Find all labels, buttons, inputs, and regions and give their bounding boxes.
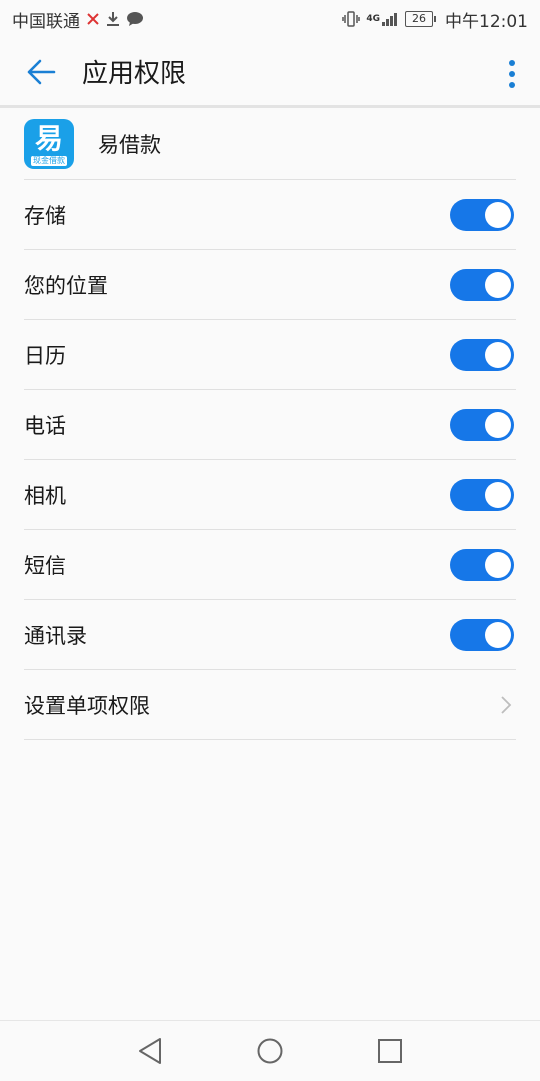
page-title: 应用权限 <box>82 59 187 89</box>
permission-label: 相机 <box>24 483 66 508</box>
permission-toggle-camera[interactable] <box>450 478 514 511</box>
back-button[interactable] <box>0 37 82 107</box>
individual-permissions-label: 设置单项权限 <box>24 693 150 718</box>
permission-row-location[interactable]: 您的位置 <box>24 250 516 320</box>
chevron-right-icon <box>501 695 512 714</box>
permission-toggle-contacts[interactable] <box>450 618 514 651</box>
app-name: 易借款 <box>98 132 161 157</box>
nav-back-button[interactable] <box>134 1035 166 1067</box>
nav-home-button[interactable] <box>254 1035 286 1067</box>
permission-label: 短信 <box>24 553 66 578</box>
toggle-knob <box>485 481 511 508</box>
permission-label: 通讯录 <box>24 623 87 648</box>
permission-label: 电话 <box>24 413 66 438</box>
triangle-back-icon <box>139 1038 161 1064</box>
network-type: 4G <box>366 14 380 24</box>
permission-toggle-calendar[interactable] <box>450 338 514 371</box>
permission-toggle-sms[interactable] <box>450 548 514 581</box>
permission-toggle-phone[interactable] <box>450 408 514 441</box>
permission-toggle-storage[interactable] <box>450 198 514 231</box>
status-right: 4G 26 中午12:01 <box>342 7 528 32</box>
permission-label: 存储 <box>24 203 66 228</box>
status-bar: 中国联通 4G 26 中午12:01 <box>0 0 540 38</box>
more-vertical-icon <box>509 60 515 88</box>
circle-home-icon <box>257 1038 283 1064</box>
download-icon <box>106 11 120 27</box>
status-time: 中午12:01 <box>445 11 528 32</box>
toggle-knob <box>485 271 511 298</box>
toggle-knob <box>485 341 511 368</box>
app-icon: 易 现金借款 <box>24 118 74 169</box>
app-icon-glyph: 易 <box>34 121 63 155</box>
permission-row-calendar[interactable]: 日历 <box>24 320 516 390</box>
signal-icon: 4G <box>366 11 399 27</box>
permission-toggle-location[interactable] <box>450 268 514 301</box>
battery-level: 26 <box>412 12 426 25</box>
message-icon <box>126 11 144 27</box>
toggle-knob <box>485 201 511 228</box>
square-recents-icon <box>378 1039 402 1063</box>
permission-label: 日历 <box>24 343 66 368</box>
permission-row-camera[interactable]: 相机 <box>24 460 516 530</box>
nav-recents-button[interactable] <box>374 1035 406 1067</box>
app-info-row: 易 现金借款 易借款 <box>24 108 516 180</box>
more-options-button[interactable] <box>500 54 524 94</box>
notification-app-icon <box>86 12 100 26</box>
toggle-knob <box>485 411 511 438</box>
app-bar: 应用权限 <box>0 38 540 108</box>
status-left: 中国联通 <box>12 7 144 32</box>
permission-row-sms[interactable]: 短信 <box>24 530 516 600</box>
toggle-knob <box>485 621 511 648</box>
permission-label: 您的位置 <box>24 273 108 298</box>
app-icon-caption: 现金借款 <box>31 155 67 166</box>
individual-permissions-row[interactable]: 设置单项权限 <box>24 670 516 740</box>
permission-row-contacts[interactable]: 通讯录 <box>24 600 516 670</box>
navigation-bar <box>0 1020 540 1081</box>
permission-row-phone[interactable]: 电话 <box>24 390 516 460</box>
battery-icon: 26 <box>405 11 436 27</box>
permission-row-storage[interactable]: 存储 <box>24 180 516 250</box>
carrier-name: 中国联通 <box>12 11 80 32</box>
toggle-knob <box>485 551 511 578</box>
permission-list: 易 现金借款 易借款 存储 您的位置 日历 电话 相机 短信 通讯录 设置单项权… <box>0 108 540 740</box>
back-arrow-icon <box>27 59 56 84</box>
vibrate-icon <box>342 11 361 27</box>
